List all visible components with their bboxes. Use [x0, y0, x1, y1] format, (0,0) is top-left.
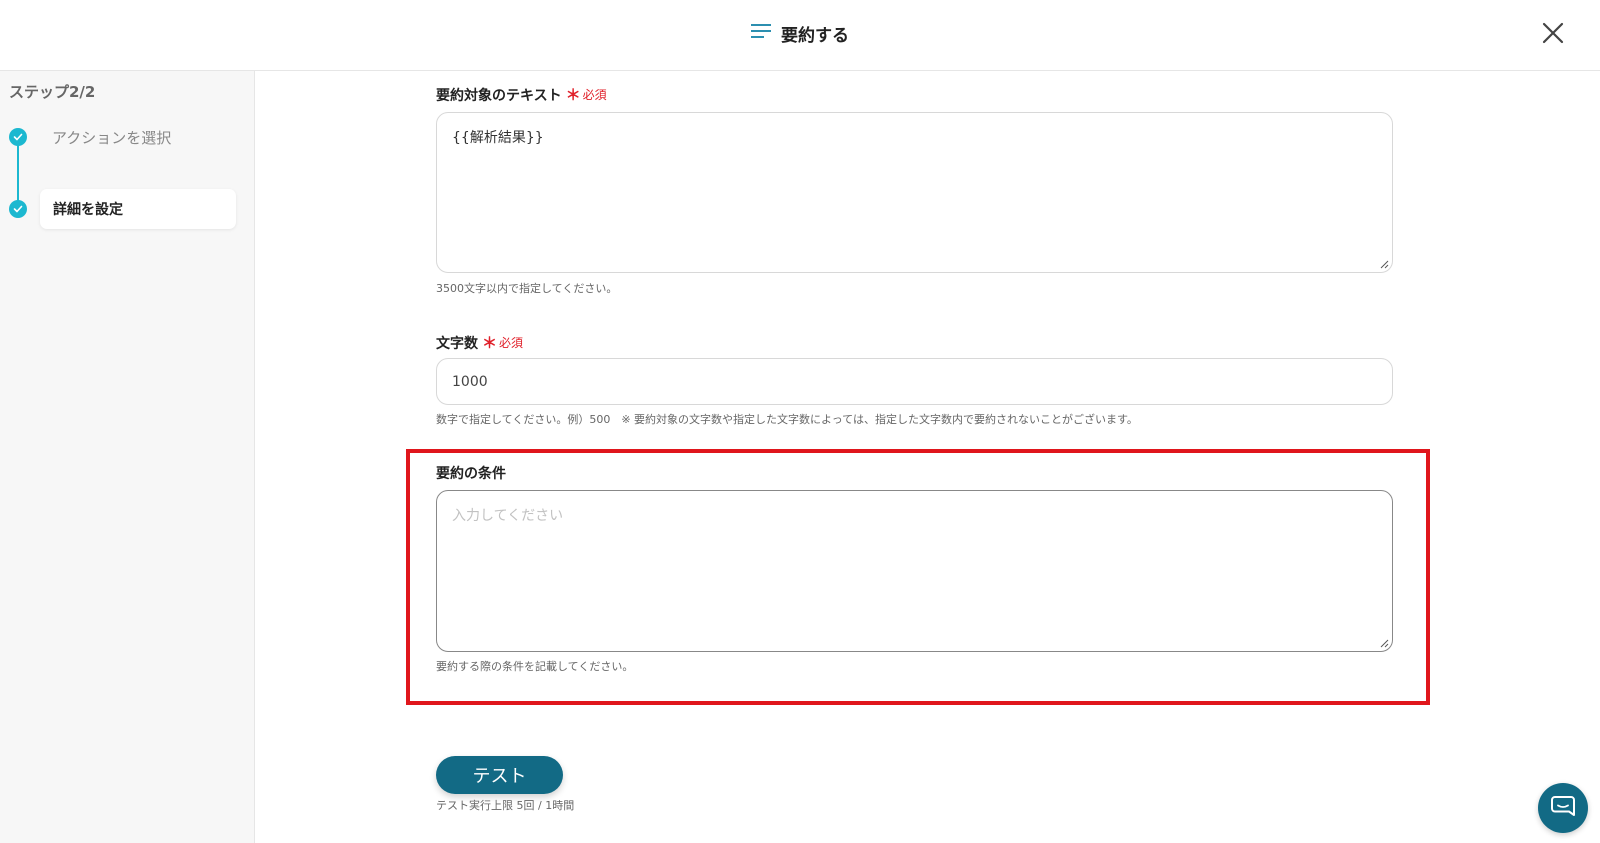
close-icon [1542, 22, 1564, 48]
close-button[interactable] [1536, 18, 1570, 52]
required-badge: ＊ 必須 [482, 334, 524, 352]
step-sidebar: ステップ2/2 アクションを選択 詳細を設定 [0, 71, 255, 843]
char-count-input[interactable]: 1000 [436, 358, 1393, 405]
sidebar-step-configure-details[interactable]: 詳細を設定 [40, 189, 236, 229]
form-area: 要約対象のテキスト ＊ 必須 {{解析結果}} 3500文字以内で指定してくださ… [255, 71, 1600, 843]
step-1-check-icon [9, 128, 27, 146]
conditions-label: 要約の条件 [436, 466, 506, 482]
resize-grip-icon[interactable] [1380, 260, 1389, 269]
char-count-help: 数字で指定してください。例）500 ※ 要約対象の文字数や指定した文字数によって… [436, 413, 1138, 426]
test-button[interactable]: テスト [436, 756, 563, 794]
summary-lines-icon [751, 23, 771, 43]
char-count-value: 1000 [452, 373, 488, 390]
text-field-label: 要約対象のテキスト ＊ 必須 [436, 86, 607, 104]
summary-text-value: {{解析結果}} [452, 130, 544, 146]
conditions-placeholder: 入力してください [452, 508, 564, 524]
step-count: ステップ2/2 [9, 83, 96, 101]
char-count-label: 文字数 ＊ 必須 [436, 334, 524, 352]
required-badge: ＊ 必須 [565, 86, 607, 104]
sidebar-step-select-action[interactable]: アクションを選択 [52, 127, 171, 148]
chat-bubble-icon [1550, 793, 1576, 823]
test-limit-text: テスト実行上限 5回 / 1時間 [436, 799, 575, 812]
chat-support-button[interactable] [1538, 783, 1588, 833]
conditions-help: 要約する際の条件を記載してください。 [436, 660, 634, 673]
step-2-check-icon [9, 200, 27, 218]
modal-title: 要約する [781, 25, 849, 46]
step-connector-line [17, 137, 19, 209]
modal-title-group: 要約する [0, 18, 1600, 48]
modal-header: 要約する [0, 0, 1600, 71]
resize-grip-icon[interactable] [1380, 639, 1389, 648]
conditions-textarea[interactable]: 入力してください [436, 490, 1393, 652]
text-field-help: 3500文字以内で指定してください。 [436, 282, 618, 295]
summary-text-textarea[interactable]: {{解析結果}} [436, 112, 1393, 273]
